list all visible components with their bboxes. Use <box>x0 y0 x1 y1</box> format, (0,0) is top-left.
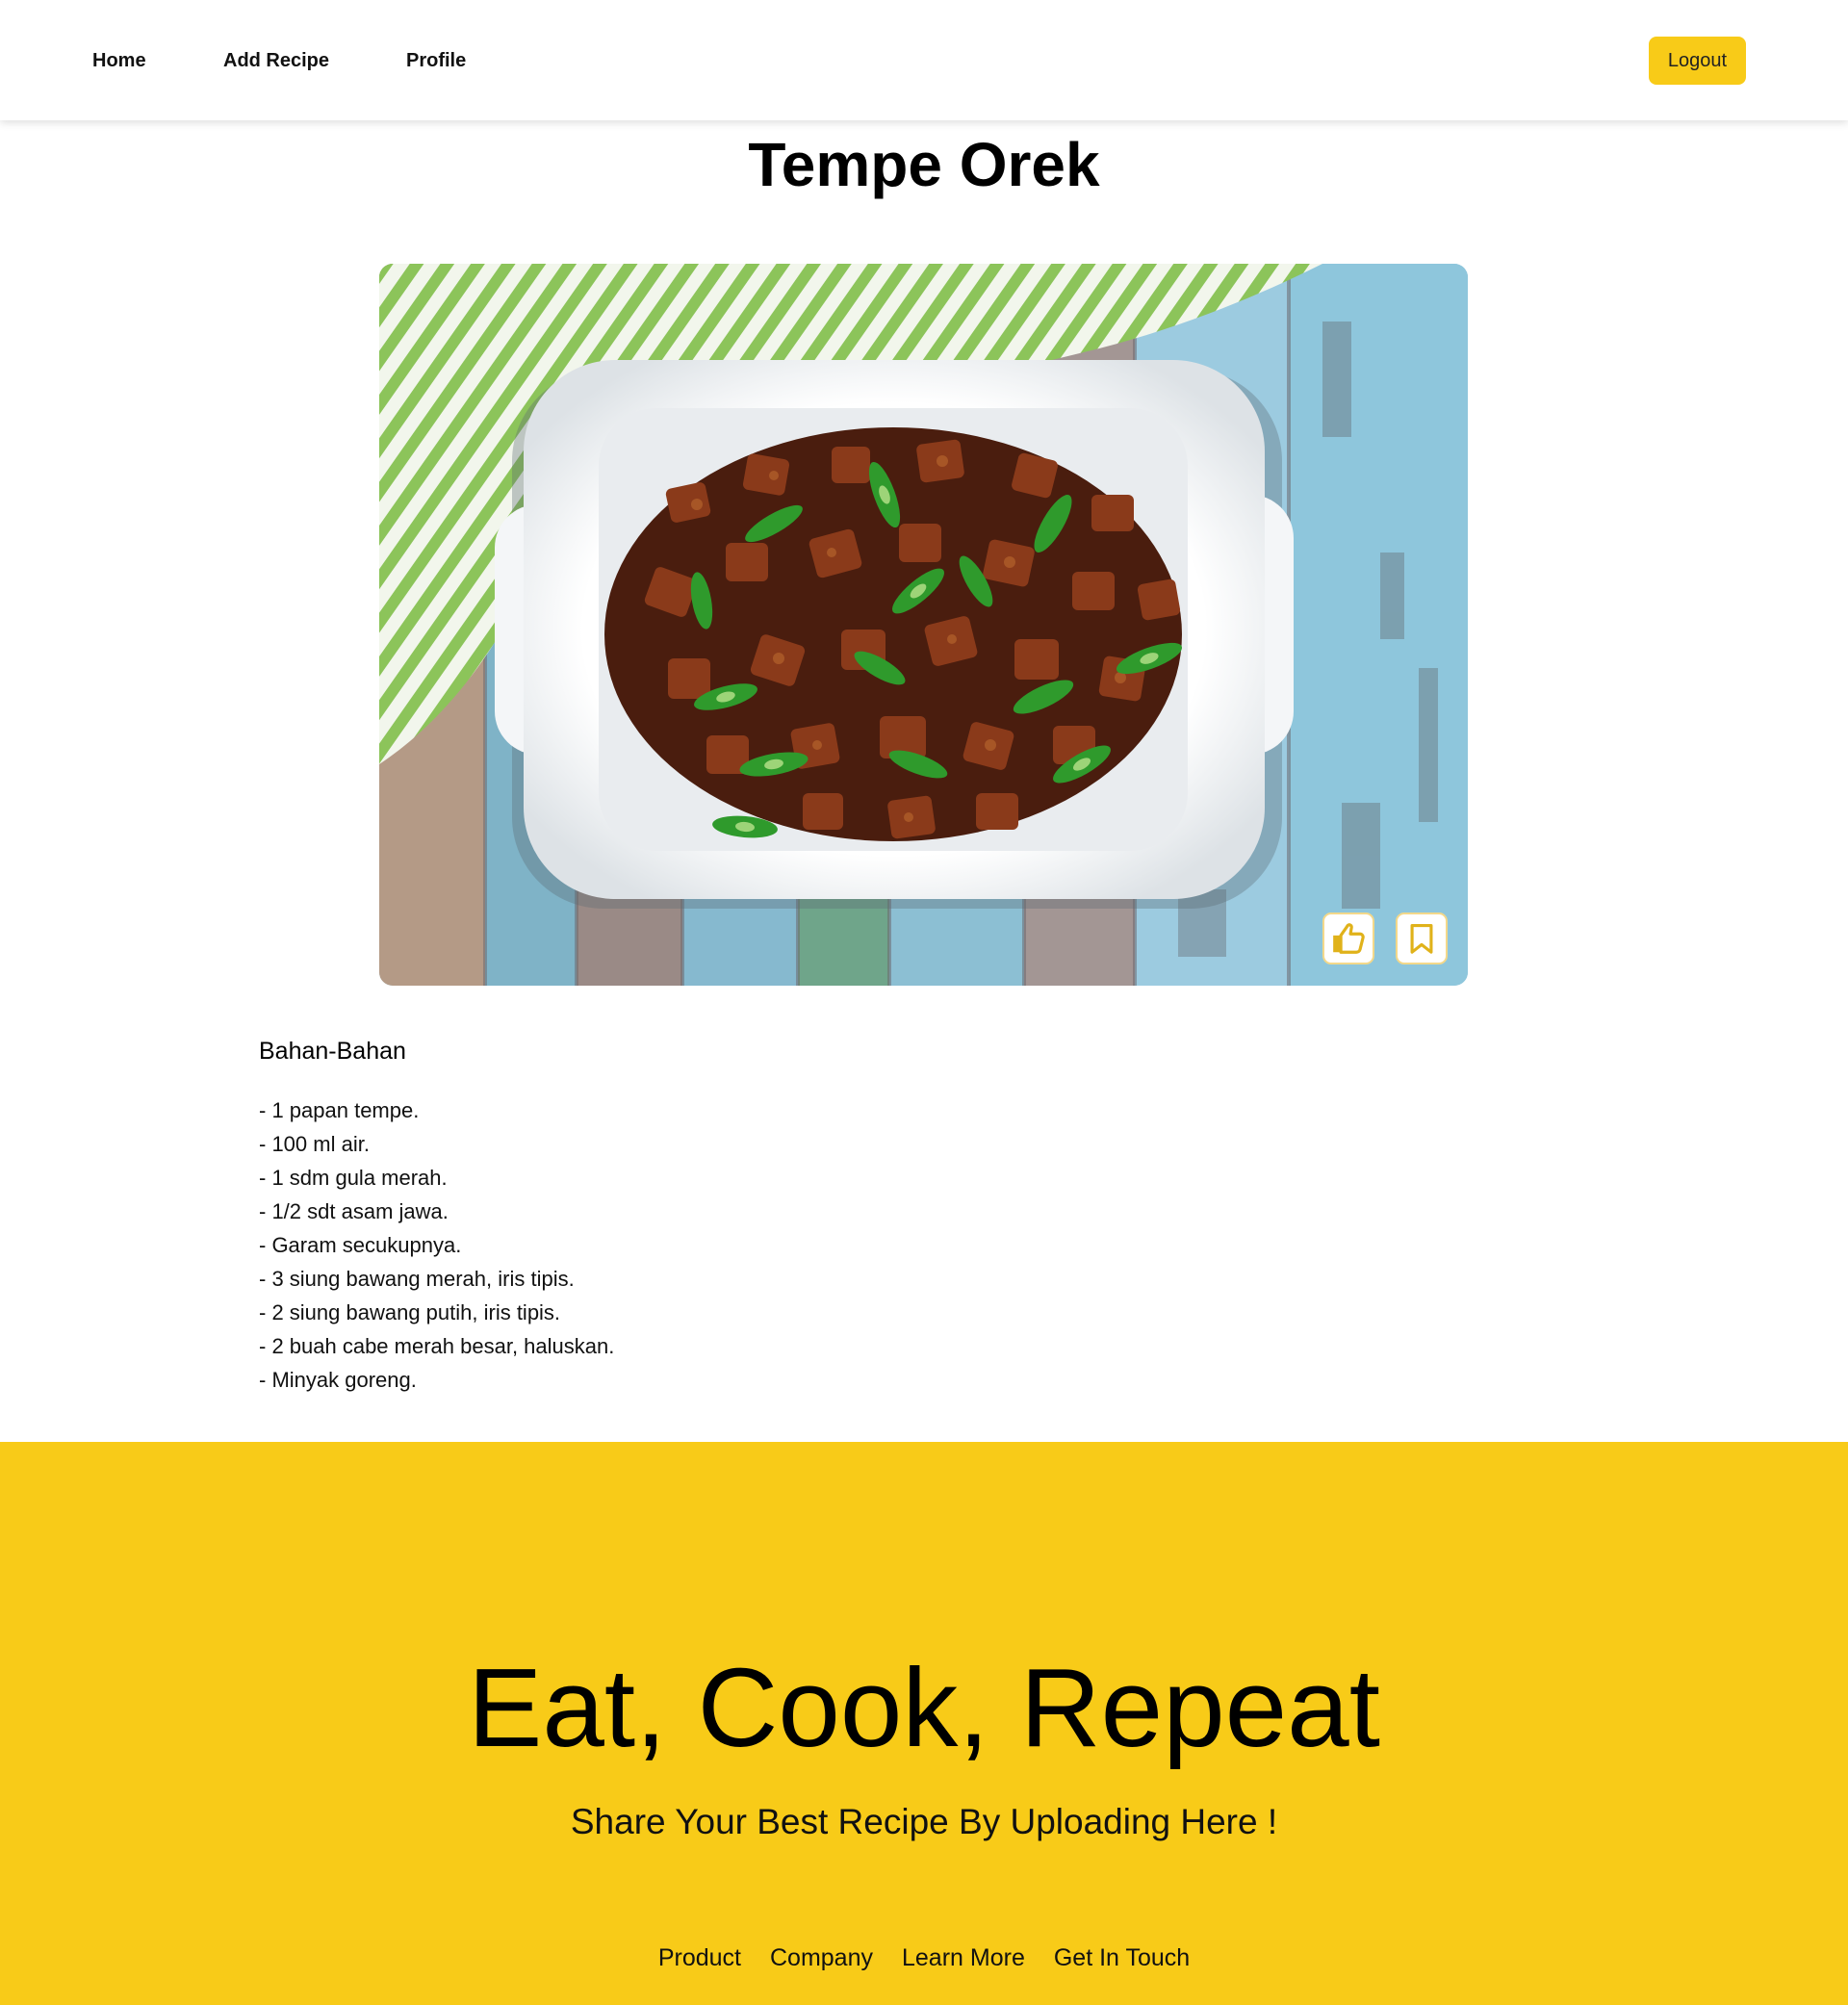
ingredient-item: - 100 ml air. <box>259 1132 370 1156</box>
footer-link-get-in-touch[interactable]: Get In Touch <box>1054 1942 1190 1973</box>
recipe-title: Tempe Orek <box>748 130 1100 199</box>
footer-link-company[interactable]: Company <box>770 1942 873 1973</box>
recipe-photo <box>379 264 1468 986</box>
bookmark-icon <box>1410 923 1433 954</box>
nav-home-link[interactable]: Home <box>92 48 146 73</box>
ingredients-list: - 1 papan tempe. - 100 ml air. - 1 sdm g… <box>259 1093 614 1397</box>
logout-button[interactable]: Logout <box>1649 37 1746 85</box>
footer-links: Product Company Learn More Get In Touch <box>0 1942 1848 1973</box>
footer-subtagline: Share Your Best Recipe By Uploading Here… <box>570 1802 1278 1841</box>
bookmark-button[interactable] <box>1396 913 1448 964</box>
footer-link-product[interactable]: Product <box>658 1942 741 1973</box>
ingredient-item: - Minyak goreng. <box>259 1368 417 1392</box>
ingredient-item: - 1/2 sdt asam jawa. <box>259 1199 449 1223</box>
ingredient-item: - Garam secukupnya. <box>259 1233 462 1257</box>
nav-profile-link[interactable]: Profile <box>406 48 466 73</box>
ingredient-item: - 1 papan tempe. <box>259 1098 420 1122</box>
footer-link-learn-more[interactable]: Learn More <box>902 1942 1025 1973</box>
ingredient-item: - 3 siung bawang merah, iris tipis. <box>259 1267 575 1291</box>
ingredient-item: - 2 siung bawang putih, iris tipis. <box>259 1300 561 1324</box>
navbar: Home Add Recipe Profile Logout <box>0 0 1848 120</box>
ingredients-heading: Bahan-Bahan <box>259 1038 406 1065</box>
ingredient-item: - 1 sdm gula merah. <box>259 1166 448 1190</box>
footer: Eat, Cook, Repeat Share Your Best Recipe… <box>0 1442 1848 2005</box>
like-button[interactable] <box>1322 913 1374 964</box>
thumbs-up-icon <box>1333 923 1365 954</box>
nav-add-recipe-link[interactable]: Add Recipe <box>223 48 329 73</box>
ingredient-item: - 2 buah cabe merah besar, haluskan. <box>259 1334 615 1358</box>
footer-tagline: Eat, Cook, Repeat <box>468 1645 1380 1770</box>
